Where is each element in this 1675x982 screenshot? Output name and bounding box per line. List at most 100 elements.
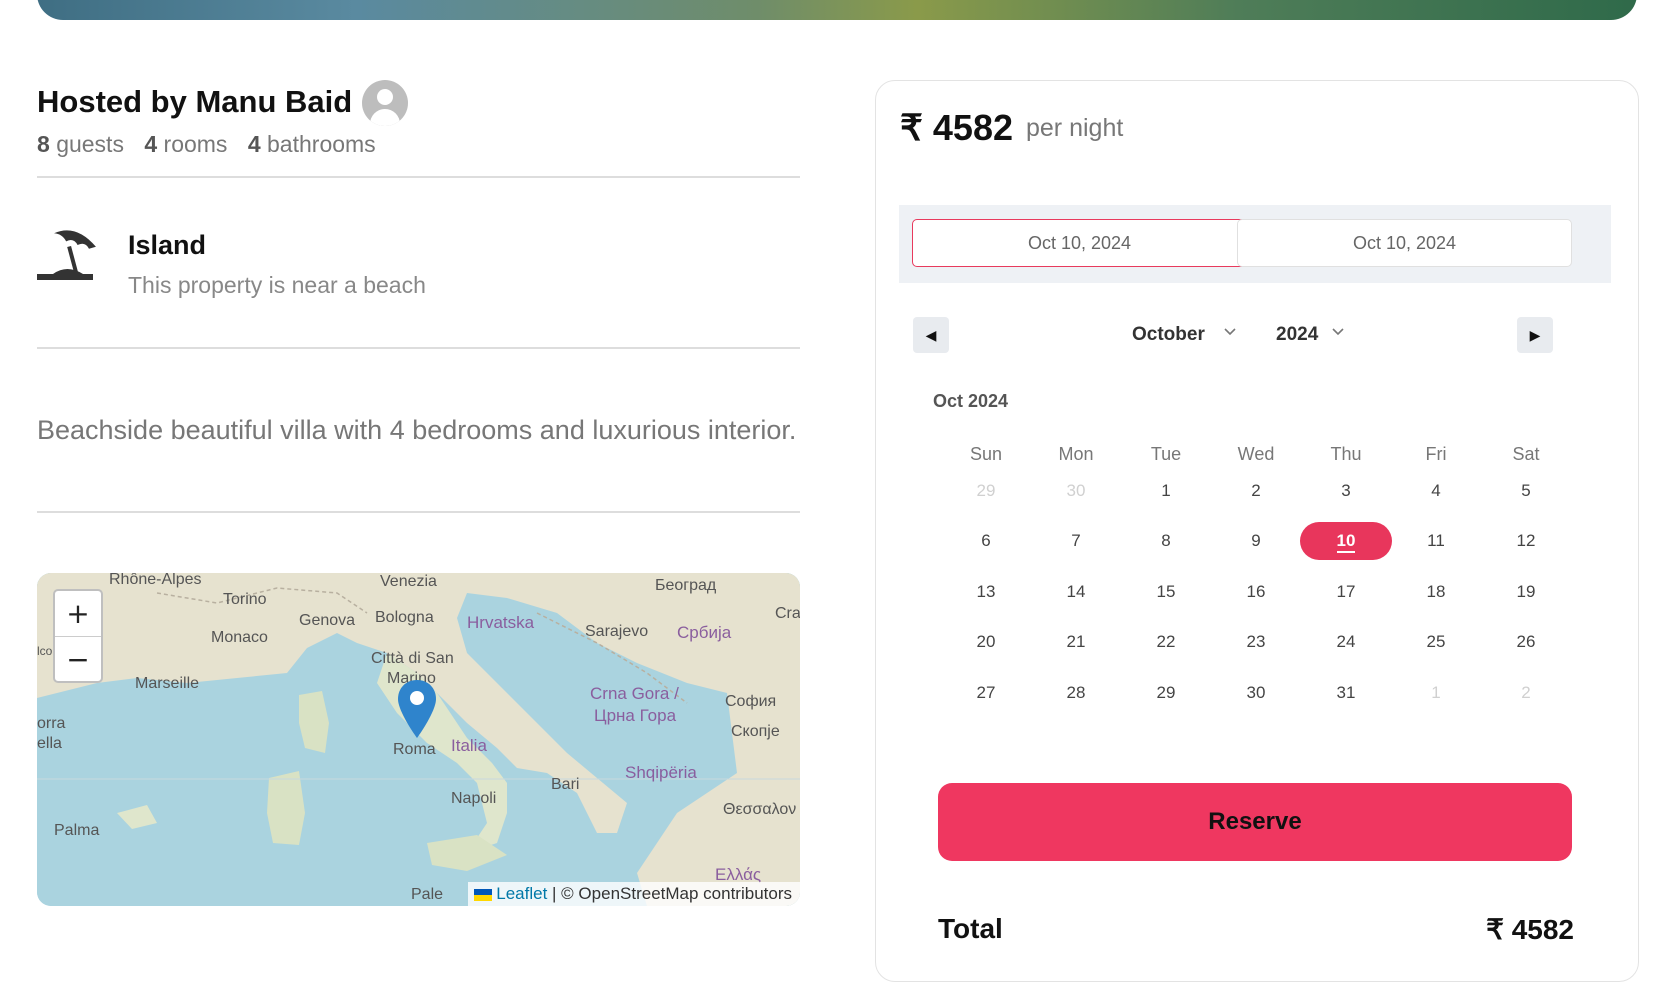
- map-zoom-control: + −: [53, 589, 103, 683]
- category-title: Island: [128, 230, 207, 260]
- calendar-day[interactable]: 30: [1210, 674, 1302, 712]
- weekday-header: Sun: [969, 444, 1003, 464]
- map-label: Napoli: [451, 790, 497, 807]
- host-avatar: [362, 80, 408, 126]
- calendar-day[interactable]: 16: [1210, 573, 1302, 611]
- chevron-down-icon[interactable]: [1332, 325, 1344, 337]
- calendar-day[interactable]: 8: [1120, 522, 1212, 560]
- map-label: ella: [37, 735, 62, 752]
- map-label: Θεσσαλον: [723, 801, 797, 818]
- weekday-header: Wed: [1237, 444, 1275, 464]
- weekday-header: Tue: [1150, 444, 1182, 464]
- bathrooms-label: bathrooms: [267, 131, 376, 157]
- calendar-day[interactable]: 11: [1390, 522, 1482, 560]
- beach-umbrella-icon: [37, 230, 96, 280]
- calendar-day[interactable]: 24: [1300, 623, 1392, 661]
- map-label: Monaco: [211, 629, 268, 646]
- map-label: Città di San: [371, 650, 454, 667]
- map-label: orra: [37, 715, 66, 732]
- map-label: Pale: [411, 886, 444, 903]
- end-date-input[interactable]: Oct 10, 2024: [1237, 219, 1572, 267]
- location-pin-icon[interactable]: [398, 680, 436, 738]
- calendar-day[interactable]: 5: [1480, 472, 1572, 510]
- map-label: Palma: [54, 822, 100, 839]
- calendar-day[interactable]: 22: [1120, 623, 1212, 661]
- calendar-day[interactable]: 29: [1120, 674, 1212, 712]
- map-label: Venezia: [380, 573, 437, 590]
- calendar-day-outside: 30: [1066, 481, 1086, 500]
- category-description: This property is near a beach: [128, 272, 426, 298]
- calendar-day[interactable]: 25: [1390, 623, 1482, 661]
- calendar-day[interactable]: 15: [1120, 573, 1212, 611]
- map-label: Crna Gora /: [590, 684, 679, 703]
- booking-card: ₹ 4582 per night Oct 10, 2024 Oct 10, 20…: [875, 80, 1639, 982]
- location-map[interactable]: Rhône-Alpes Torino Venezia Београд Genov…: [37, 573, 800, 906]
- calendar-day[interactable]: 27: [940, 674, 1032, 712]
- calendar-day[interactable]: 31: [1300, 674, 1392, 712]
- map-label: Црна Гора: [594, 706, 677, 725]
- calendar-day[interactable]: 4: [1390, 472, 1482, 510]
- calendar-day[interactable]: 7: [1030, 522, 1122, 560]
- rooms-count: 4: [144, 131, 158, 157]
- divider: [37, 347, 800, 349]
- listing-stats: 8 guests 4 rooms 4 bathrooms: [37, 131, 376, 158]
- map-label: Србија: [677, 623, 732, 642]
- host-title: Hosted by Manu Baid: [37, 84, 353, 119]
- map-label: lco: [37, 644, 53, 658]
- map-label: Italia: [451, 736, 487, 755]
- calendar-day-outside: 1: [1431, 683, 1441, 702]
- prev-month-button[interactable]: ◀: [913, 317, 949, 353]
- map-label: Sarajevo: [585, 623, 649, 640]
- calendar-day[interactable]: 26: [1480, 623, 1572, 661]
- calendar-day[interactable]: 28: [1030, 674, 1122, 712]
- listing-description: Beachside beautiful villa with 4 bedroom…: [37, 415, 797, 445]
- divider: [37, 511, 800, 513]
- calendar-day-selected[interactable]: 10: [1300, 522, 1392, 560]
- calendar-day[interactable]: 14: [1030, 573, 1122, 611]
- map-label: Београд: [655, 577, 717, 594]
- rooms-label: rooms: [163, 131, 228, 157]
- chevron-down-icon[interactable]: [1224, 325, 1236, 337]
- nightly-price: ₹ 4582: [900, 107, 1013, 148]
- calendar-day[interactable]: 20: [940, 623, 1032, 661]
- map-label: Rhône-Alpes: [109, 573, 202, 588]
- map-label: Roma: [393, 741, 436, 758]
- map-label: Bologna: [375, 609, 434, 626]
- map-attribution: Leaflet | © OpenStreetMap contributors: [468, 882, 800, 906]
- start-date-input[interactable]: Oct 10, 2024: [912, 219, 1247, 267]
- zoom-in-button[interactable]: +: [55, 591, 101, 637]
- calendar-day[interactable]: 2: [1210, 472, 1302, 510]
- calendar-day[interactable]: 3: [1300, 472, 1392, 510]
- weekday-header: Mon: [1058, 444, 1094, 464]
- divider: [37, 176, 800, 178]
- reserve-button[interactable]: Reserve: [938, 783, 1572, 861]
- calendar-day[interactable]: 9: [1210, 522, 1302, 560]
- month-select[interactable]: October: [1132, 324, 1205, 346]
- weekday-header: Thu: [1330, 444, 1362, 464]
- calendar-day[interactable]: 13: [940, 573, 1032, 611]
- calendar-day[interactable]: 23: [1210, 623, 1302, 661]
- ukraine-flag-icon: [474, 888, 493, 901]
- map-label: София: [725, 693, 777, 710]
- calendar-caption: Oct 2024: [933, 391, 1009, 411]
- calendar-day[interactable]: 6: [940, 522, 1032, 560]
- year-select[interactable]: 2024: [1276, 324, 1318, 346]
- calendar-day[interactable]: 17: [1300, 573, 1392, 611]
- calendar-day[interactable]: 18: [1390, 573, 1482, 611]
- leaflet-link[interactable]: Leaflet: [496, 884, 547, 903]
- attribution-text: | © OpenStreetMap contributors: [552, 884, 792, 903]
- map-label: Torino: [223, 591, 267, 608]
- zoom-out-button[interactable]: −: [55, 637, 101, 682]
- calendar-day[interactable]: 1: [1120, 472, 1212, 510]
- calendar-day[interactable]: 21: [1030, 623, 1122, 661]
- per-night-label: per night: [1026, 114, 1124, 142]
- map-label: Hrvatska: [467, 613, 535, 632]
- map-label: Cra: [775, 605, 800, 622]
- next-month-button[interactable]: ▶: [1517, 317, 1553, 353]
- selected-day-label: 10: [1336, 531, 1356, 553]
- calendar-day[interactable]: 19: [1480, 573, 1572, 611]
- calendar-day[interactable]: 12: [1480, 522, 1572, 560]
- calendar-day-outside: 2: [1521, 683, 1531, 702]
- calendar-day-outside: 29: [976, 481, 996, 500]
- guests-count: 8: [37, 131, 50, 157]
